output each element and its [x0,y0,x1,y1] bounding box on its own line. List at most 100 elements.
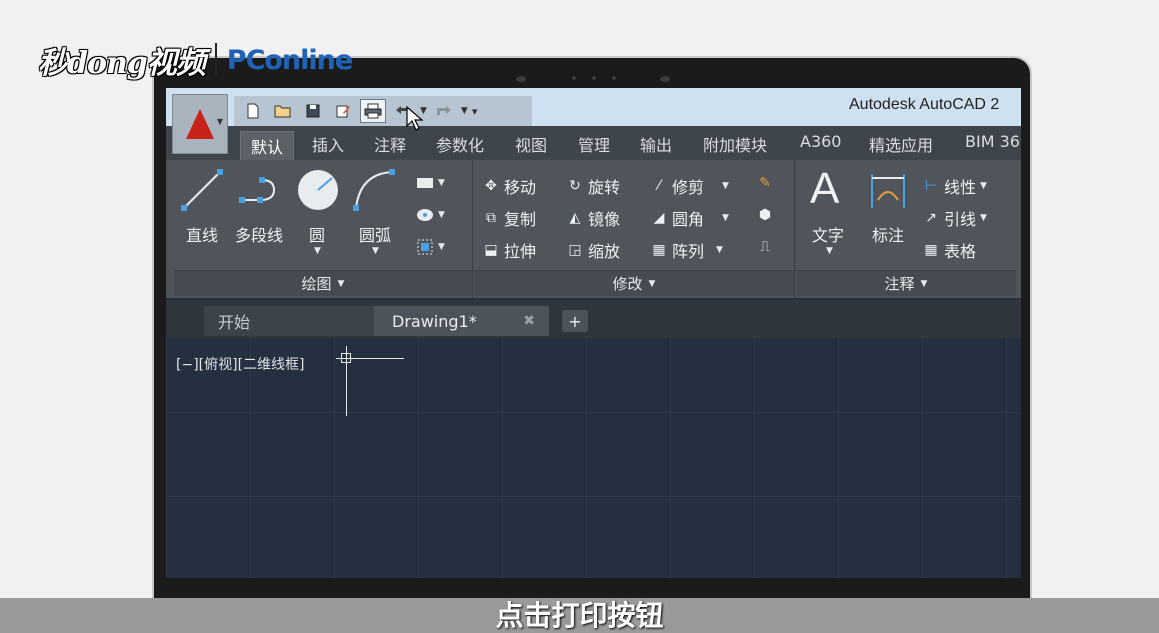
panel-divider [472,160,473,298]
bezel-dot-icon [592,76,596,80]
move-icon: ✥ [485,178,497,194]
array-tool[interactable]: ▦ 阵列 ▼ [650,238,723,262]
save-as-icon[interactable] [330,99,356,123]
mirror-tool[interactable]: ◭ 镜像 [566,206,620,230]
chevron-down-icon: ▼ [337,278,345,289]
erase-tool[interactable]: ✎ [756,174,774,192]
customize-icon[interactable]: ▾ [472,105,478,118]
hatch-icon [416,206,434,224]
leader-icon: ↗ [925,210,937,226]
tab-view[interactable]: 视图 [515,132,547,156]
stretch-tool[interactable]: ⬓ 拉伸 [482,238,536,262]
mouse-cursor-icon [406,106,424,131]
text-dropdown-icon[interactable]: ▼ [826,246,833,256]
move-tool[interactable]: ✥ 移动 [482,174,536,198]
text-icon[interactable]: A [810,164,839,214]
array-icon: ▦ [652,242,666,258]
print-icon[interactable] [360,99,386,123]
open-icon[interactable] [270,99,296,123]
document-tab-bar: 开始 Drawing1* ✖ + [166,300,1021,338]
watermark-brand-a: 秒dong视频 [38,46,206,81]
watermark-brand-b: PConline [226,44,353,76]
subtitle-text: 点击打印按钮 [495,599,664,632]
rectangle-icon [416,174,434,192]
quick-access-toolbar: ▼ ▼ ▾ [234,96,532,126]
app-title: Autodesk AutoCAD 2 [849,96,1000,113]
tab-a360[interactable]: A360 [800,132,841,151]
line-tool-label[interactable]: 直线 [186,222,218,246]
explode-tool[interactable]: ⬢ [756,206,774,224]
chevron-down-icon: ▼ [216,117,223,126]
tab-annotate[interactable]: 注释 [374,132,406,156]
line-icon[interactable] [180,168,224,212]
new-tab-button[interactable]: + [562,310,588,332]
dimension-icon[interactable] [870,170,906,210]
redo-dropdown-icon[interactable]: ▼ [461,106,468,116]
boundary-tool[interactable]: ▼ [416,238,445,256]
trim-icon: ⁄ [657,178,661,194]
tab-default[interactable]: 默认 [240,131,295,160]
chevron-down-icon: ▼ [648,278,656,289]
copy-tool[interactable]: ⧉ 复制 [482,206,536,230]
rotate-tool[interactable]: ↻ 旋转 [566,174,620,198]
watermark-logo: 秒dong视频 PConline [38,38,353,82]
tab-drawing1[interactable]: Drawing1* ✖ [374,306,549,336]
offset-icon: ⎍ [760,239,770,255]
arc-icon[interactable] [352,168,396,212]
offset-tool[interactable]: ⎍ [756,238,774,256]
rectangle-tool[interactable]: ▼ [416,174,445,192]
table-tool[interactable]: ▦ 表格 [922,238,976,262]
title-bar: ▼ ▼ ▾ Autodesk AutoCAD 2 [166,88,1021,126]
arc-dropdown-icon[interactable]: ▼ [372,246,379,256]
tab-manage[interactable]: 管理 [578,132,610,156]
tab-drawing1-label: Drawing1* [392,311,477,331]
application-menu-button[interactable]: ▼ [172,94,228,154]
tab-start[interactable]: 开始 [204,306,384,336]
bezel-dot-icon [612,76,616,80]
fillet-icon: ◢ [653,210,665,226]
annotation-panel-footer[interactable]: 注释 ▼ [796,270,1016,296]
circle-dropdown-icon[interactable]: ▼ [314,246,321,256]
dimension-tool-label[interactable]: 标注 [872,222,904,246]
erase-icon: ✎ [759,175,771,191]
ribbon-tab-bar: 默认 插入 注释 参数化 视图 管理 输出 附加模块 A360 精选应用 BIM… [166,126,1021,160]
arc-tool-label[interactable]: 圆弧 [359,222,391,246]
hatch-tool[interactable]: ▼ [416,206,445,224]
tab-featured-apps[interactable]: 精选应用 [869,132,933,156]
circle-tool-label[interactable]: 圆 [309,222,325,246]
circle-icon[interactable] [296,168,340,212]
modify-panel-footer[interactable]: 修改 ▼ [474,270,794,296]
draw-panel-title: 绘图 [301,275,332,293]
tab-output[interactable]: 输出 [640,132,672,156]
close-icon[interactable]: ✖ [523,313,535,329]
fillet-tool[interactable]: ◢ 圆角 ▼ [650,206,729,230]
redo-icon[interactable] [431,99,457,123]
boundary-icon [416,238,434,256]
linear-dimension-icon: ⊢ [924,178,938,194]
viewport-controls[interactable]: [−][俯视][二维线框] [176,354,305,374]
mirror-icon: ◭ [569,210,581,226]
table-icon: ▦ [924,242,938,258]
polyline-tool-label[interactable]: 多段线 [235,222,283,246]
polyline-icon[interactable] [238,170,288,210]
scale-tool[interactable]: ◲ 缩放 [566,238,620,262]
tab-parametric[interactable]: 参数化 [436,132,484,156]
trim-tool[interactable]: ⁄ 修剪 ▼ [650,174,729,198]
leader-tool[interactable]: ↗ 引线 ▼ [922,206,987,230]
panel-divider [794,160,795,298]
text-tool-label[interactable]: 文字 [812,222,844,246]
tab-insert[interactable]: 插入 [312,132,344,156]
tab-start-label: 开始 [218,313,251,332]
tab-bim360[interactable]: BIM 36 [965,132,1020,151]
tab-addins[interactable]: 附加模块 [703,132,767,156]
autocad-logo-icon [186,109,214,139]
save-icon[interactable] [300,99,326,123]
bezel-dot-icon [572,76,576,80]
ribbon-panel: 直线 多段线 圆 ▼ 圆弧 ▼ ▼ ▼ ▼ 绘图 ▼ ✥ 移动 ↻ 旋转 ⁄ 修… [166,160,1021,298]
linear-tool[interactable]: ⊢ 线性 ▼ [922,174,987,198]
new-icon[interactable] [240,99,266,123]
drawing-canvas[interactable] [166,338,1021,578]
modify-panel-title: 修改 [612,275,643,293]
draw-panel-footer[interactable]: 绘图 ▼ [174,270,472,296]
watermark-separator [214,43,217,77]
